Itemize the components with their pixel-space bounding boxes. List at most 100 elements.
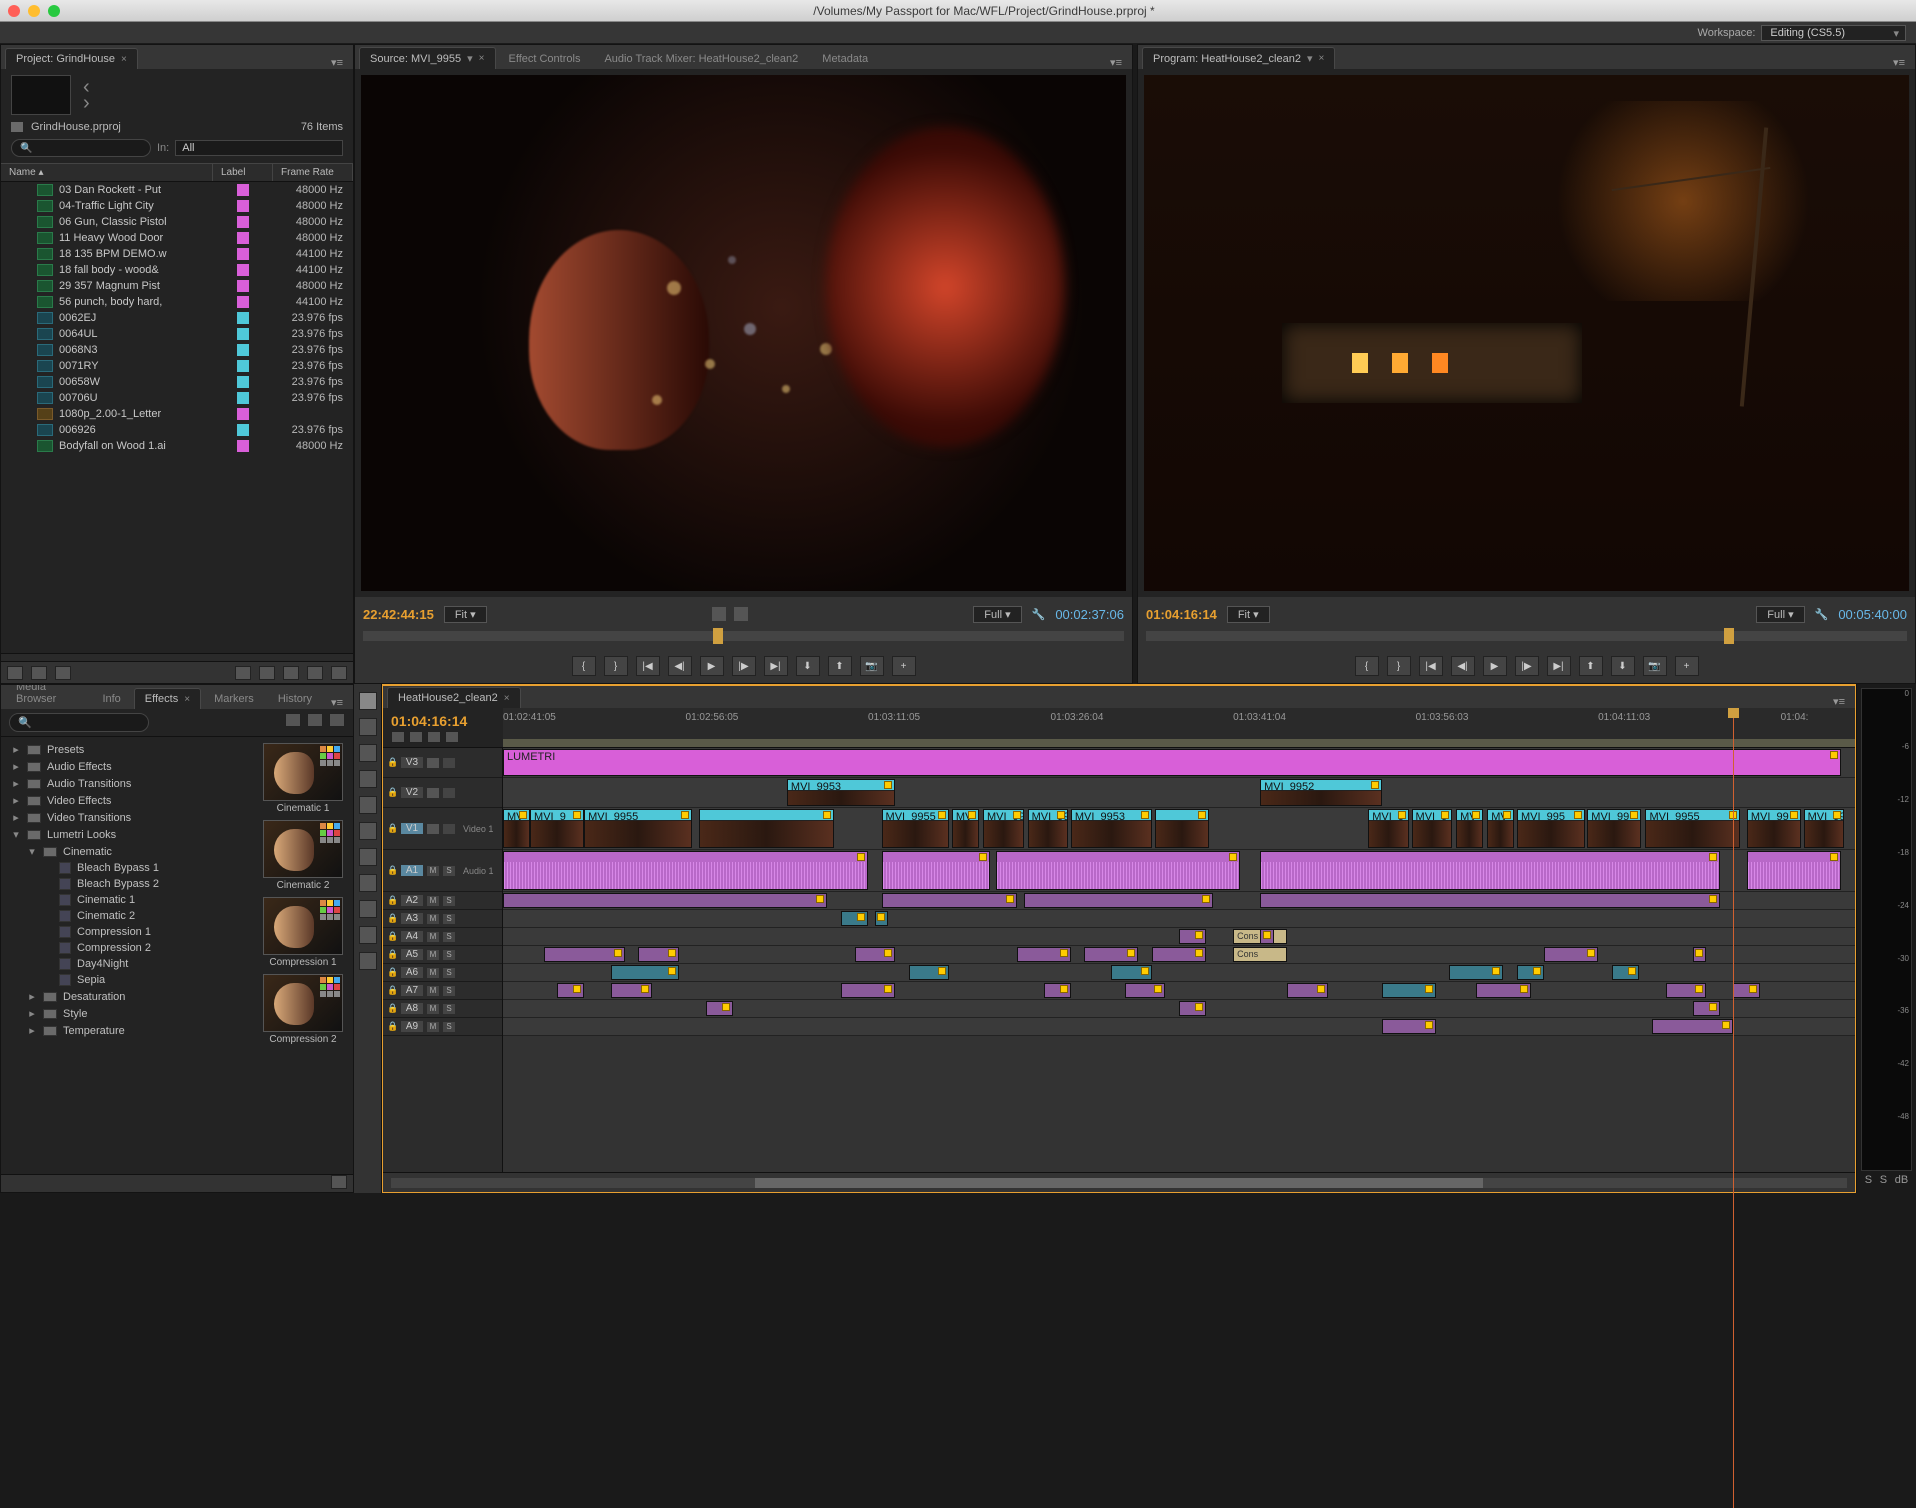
lock-icon[interactable]: 🔒 — [387, 985, 397, 996]
disclosure-arrow[interactable]: ▸ — [11, 760, 21, 773]
bin-list[interactable]: 03 Dan Rockett - Put 48000 Hz04-Traffic … — [1, 182, 353, 653]
source-fit-select[interactable]: Fit — [444, 606, 487, 623]
fx-item[interactable]: Day4Night — [1, 956, 253, 972]
audio-clip[interactable] — [841, 983, 895, 998]
mark-out-button[interactable]: } — [604, 656, 628, 676]
razor-tool[interactable] — [359, 822, 377, 840]
lock-icon[interactable]: 🔒 — [387, 967, 397, 978]
source-tab[interactable]: Source: MVI_9955 ▾× — [359, 47, 496, 69]
video-clip[interactable]: MVI_9 — [1412, 809, 1453, 848]
panel-menu-icon[interactable]: ▾≡ — [1887, 56, 1911, 69]
video-clip[interactable]: MV — [503, 809, 530, 848]
new-bin-icon[interactable] — [331, 1175, 347, 1189]
close-icon[interactable]: × — [479, 53, 485, 64]
bin-row[interactable]: 0064UL 23.976 fps — [1, 326, 353, 342]
lock-icon[interactable]: 🔒 — [387, 757, 397, 768]
video-clip[interactable]: MVI_995 — [1517, 809, 1585, 848]
bin-row[interactable]: 0068N3 23.976 fps — [1, 342, 353, 358]
audio-clip[interactable] — [1544, 947, 1598, 962]
source-scrubber[interactable] — [363, 631, 1124, 641]
label-swatch[interactable] — [237, 264, 249, 276]
label-swatch[interactable] — [237, 248, 249, 260]
video-clip[interactable]: MVI_99 — [1587, 809, 1641, 848]
add-button[interactable]: + — [1675, 656, 1699, 676]
audio-clip[interactable] — [875, 911, 889, 926]
solo-button[interactable]: S — [443, 986, 455, 996]
marker-icon[interactable] — [427, 731, 441, 743]
lock-icon[interactable]: 🔒 — [387, 1003, 397, 1014]
program-tab[interactable]: Program: HeatHouse2_clean2 ▾× — [1142, 47, 1335, 69]
lock-icon[interactable]: 🔒 — [387, 787, 397, 798]
selection-tool[interactable] — [359, 692, 377, 710]
video-clip[interactable] — [699, 809, 834, 848]
audio-track-header[interactable]: 🔒A4MS — [383, 928, 502, 946]
program-view[interactable] — [1144, 75, 1909, 591]
overwrite-button[interactable]: ⬆ — [828, 656, 852, 676]
fx-item[interactable]: ▸Desaturation — [1, 988, 253, 1005]
ripple-edit-tool[interactable] — [359, 744, 377, 762]
program-resolution-select[interactable]: Full — [1756, 606, 1804, 623]
label-swatch[interactable] — [237, 312, 249, 324]
tab-markers[interactable]: Markers — [203, 688, 265, 709]
video-clip[interactable]: MVI_9 — [1368, 809, 1409, 848]
audio-clip[interactable] — [1111, 965, 1152, 980]
new-item-icon[interactable] — [307, 666, 323, 680]
audio-clip[interactable] — [1260, 893, 1720, 908]
playhead[interactable] — [1733, 708, 1734, 1508]
audio-track-header[interactable]: 🔒A1MSAudio 1 — [383, 850, 502, 892]
fx-item[interactable]: ▸Presets — [1, 741, 253, 758]
label-swatch[interactable] — [237, 424, 249, 436]
insert-button[interactable]: ⬇ — [796, 656, 820, 676]
add-button[interactable]: + — [892, 656, 916, 676]
track-id[interactable]: A8 — [401, 1003, 423, 1014]
video-clip[interactable]: MVI_9953 — [1071, 809, 1152, 848]
workspace-selector[interactable]: Editing (CS5.5) — [1761, 25, 1906, 41]
pen-tool[interactable] — [359, 900, 377, 918]
mute-button[interactable]: M — [427, 866, 439, 876]
fx-item[interactable]: ▾Cinematic — [1, 843, 253, 860]
mute-button[interactable]: M — [427, 968, 439, 978]
constant-power-clip[interactable]: Cons — [1233, 947, 1287, 962]
track-id[interactable]: A1 — [401, 865, 423, 876]
audio-clip[interactable] — [1693, 947, 1707, 962]
label-swatch[interactable] — [237, 392, 249, 404]
bin-hscroll[interactable] — [1, 653, 353, 661]
slide-tool[interactable] — [359, 874, 377, 892]
extract-button[interactable]: ⬇ — [1611, 656, 1635, 676]
audio-clip[interactable] — [855, 947, 896, 962]
settings-icon[interactable] — [445, 731, 459, 743]
slip-tool[interactable] — [359, 848, 377, 866]
audio-clip[interactable] — [909, 965, 950, 980]
track-id[interactable]: V3 — [401, 757, 423, 768]
audio-clip[interactable] — [882, 893, 1017, 908]
safe-margins-icon[interactable] — [712, 607, 726, 621]
lock-icon[interactable]: 🔒 — [387, 949, 397, 960]
col-name[interactable]: Name — [1, 164, 213, 181]
mute-button[interactable]: M — [427, 1004, 439, 1014]
audio-clip[interactable] — [1179, 1001, 1206, 1016]
disclosure-arrow[interactable]: ▸ — [27, 1024, 37, 1037]
go-to-in-button[interactable]: |◀ — [1419, 656, 1443, 676]
disclosure-arrow[interactable]: ▸ — [11, 743, 21, 756]
tab-history[interactable]: History — [267, 688, 323, 709]
video-clip[interactable]: MVI_9955 — [584, 809, 692, 848]
track-id[interactable]: A3 — [401, 913, 423, 924]
snap-icon[interactable] — [391, 731, 405, 743]
disclosure-arrow[interactable]: ▾ — [27, 845, 37, 858]
sync-lock-icon[interactable] — [443, 824, 455, 834]
solo-button[interactable]: S — [443, 1004, 455, 1014]
mute-button[interactable]: M — [427, 1022, 439, 1032]
solo-button[interactable]: S — [443, 1022, 455, 1032]
look-preview[interactable]: Cinematic 2 — [259, 820, 347, 891]
video-clip[interactable]: MVI_99 — [1804, 809, 1845, 848]
track-id[interactable]: A6 — [401, 967, 423, 978]
solo-button[interactable]: S — [443, 950, 455, 960]
fx-item[interactable]: Sepia — [1, 972, 253, 988]
lock-icon[interactable]: 🔒 — [387, 1021, 397, 1032]
video-clip[interactable]: MVI_9 — [530, 809, 584, 848]
audio-clip[interactable] — [1084, 947, 1138, 962]
panel-menu-icon[interactable]: ▾≡ — [325, 696, 349, 709]
audio-clip[interactable] — [996, 851, 1239, 890]
fx-item[interactable]: Cinematic 2 — [1, 908, 253, 924]
prev-item-icon[interactable]: ‹ — [83, 82, 90, 92]
